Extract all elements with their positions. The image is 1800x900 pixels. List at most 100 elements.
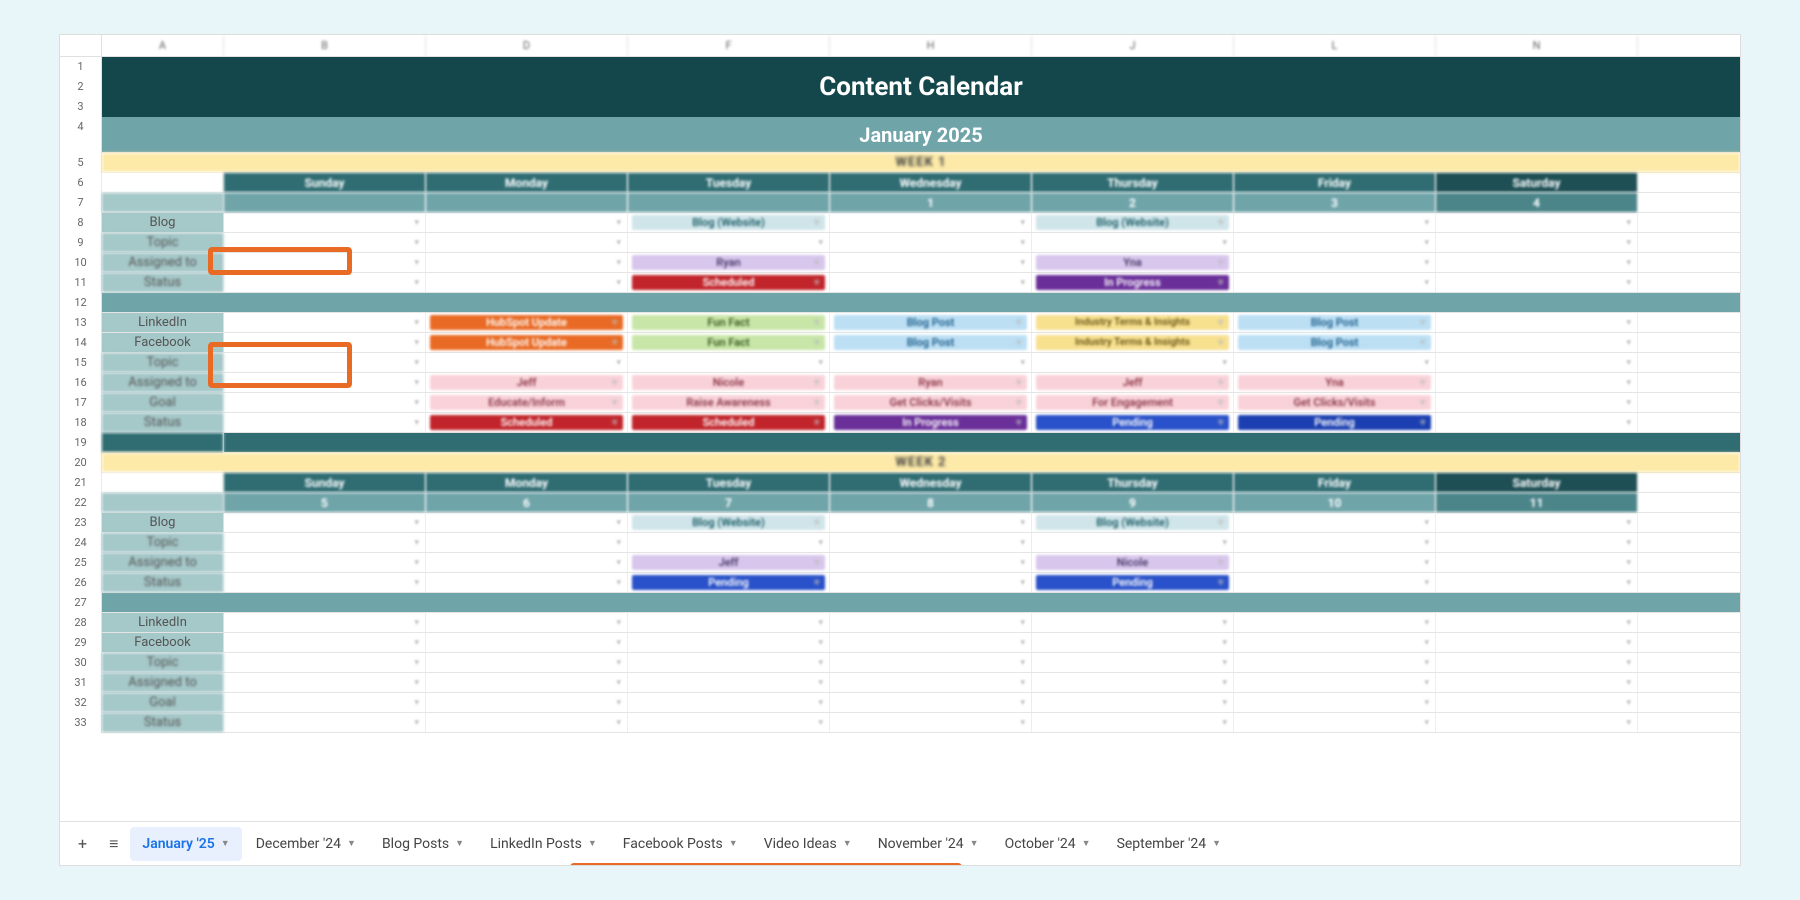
grid-cell[interactable]: ▾ [426, 353, 628, 372]
grid-cell[interactable]: HubSpot Update▾ [426, 333, 628, 352]
row-label-cell[interactable]: Assigned to [102, 253, 224, 272]
grid-cell[interactable]: ▾ [426, 633, 628, 652]
grid-cell[interactable]: ▾ [1436, 713, 1638, 732]
grid-cell[interactable]: ▾ [224, 533, 426, 552]
row-label-cell[interactable]: Facebook [102, 333, 224, 352]
grid-cell[interactable]: Yna▾ [1032, 253, 1234, 272]
grid-cell[interactable]: ▾ [628, 653, 830, 672]
grid-cell[interactable]: ▾ [1032, 713, 1234, 732]
cell-chip[interactable]: Scheduled▾ [430, 415, 623, 430]
grid-cell[interactable]: Friday [1234, 173, 1436, 192]
chevron-down-icon[interactable]: ▼ [843, 838, 852, 849]
cell-chip[interactable]: Fun Fact▾ [632, 335, 825, 350]
grid-cell[interactable]: ▾ [1234, 213, 1436, 232]
grid-cell[interactable]: Blog Post▾ [830, 333, 1032, 352]
grid-cell[interactable]: ▾ [830, 213, 1032, 232]
grid-cell[interactable]: ▾ [1436, 253, 1638, 272]
chevron-down-icon[interactable]: ▼ [221, 838, 230, 849]
row-label-cell[interactable]: LinkedIn [102, 613, 224, 632]
row-label-cell[interactable] [102, 473, 224, 492]
grid-cell[interactable]: 5 [224, 493, 426, 512]
grid-cell[interactable]: ▾ [224, 673, 426, 692]
grid-cell[interactable]: HubSpot Update▾ [426, 313, 628, 332]
row-header[interactable]: 29 [60, 633, 102, 653]
grid-cell[interactable]: Pending▾ [1032, 573, 1234, 592]
grid-cell[interactable]: ▾ [1436, 233, 1638, 252]
grid-cell[interactable]: ▾ [1436, 553, 1638, 572]
grid-cell[interactable]: ▾ [1234, 533, 1436, 552]
grid-cell[interactable]: Educate/Inform▾ [426, 393, 628, 412]
grid-cell[interactable]: 7 [628, 493, 830, 512]
row-header[interactable]: 15 [60, 353, 102, 373]
grid-cell[interactable]: Industry Terms & Insights▾ [1032, 333, 1234, 352]
row-label-cell[interactable]: Topic [102, 653, 224, 672]
grid-cell[interactable]: ▾ [1032, 693, 1234, 712]
cell-chip[interactable]: Yna▾ [1036, 255, 1229, 270]
grid-cell[interactable]: ▾ [1234, 653, 1436, 672]
grid-cell[interactable]: ▾ [830, 273, 1032, 292]
grid-cell[interactable]: ▾ [628, 613, 830, 632]
grid-cell[interactable]: Blog (Website)▾ [1032, 213, 1234, 232]
row-header[interactable]: 23 [60, 513, 102, 533]
grid-cell[interactable]: ▾ [830, 633, 1032, 652]
grid-cell[interactable]: 1 [830, 193, 1032, 212]
row-label-cell[interactable]: Blog [102, 213, 224, 232]
grid-cell[interactable]: ▾ [426, 513, 628, 532]
sheet-tab[interactable]: Blog Posts▼ [370, 827, 476, 861]
row-header[interactable]: 7 [60, 193, 102, 213]
cell-chip[interactable]: Blog Post▾ [834, 315, 1027, 330]
cell-chip[interactable]: Blog (Website)▾ [1036, 215, 1229, 230]
grid-cell[interactable]: ▾ [1436, 653, 1638, 672]
grid-cell[interactable]: ▾ [830, 553, 1032, 572]
row-label-cell[interactable]: Status [102, 273, 224, 292]
row-header[interactable]: 24 [60, 533, 102, 553]
grid-cell[interactable]: Nicole▾ [1032, 553, 1234, 572]
grid-cell[interactable]: ▾ [224, 573, 426, 592]
sheet-tab[interactable]: December '24▼ [244, 827, 368, 861]
grid-cell[interactable]: ▾ [426, 233, 628, 252]
row-header[interactable]: 10 [60, 253, 102, 273]
cell-chip[interactable]: Industry Terms & Insights▾ [1036, 335, 1229, 350]
grid-cell[interactable]: Blog Post▾ [1234, 313, 1436, 332]
grid-cell[interactable]: ▾ [1234, 553, 1436, 572]
cell-chip[interactable]: Raise Awareness▾ [632, 395, 825, 410]
grid-cell[interactable]: Jeff▾ [1032, 373, 1234, 392]
row-header[interactable]: 19 [60, 433, 102, 453]
grid-cell[interactable]: ▾ [1234, 633, 1436, 652]
grid-cell[interactable]: ▾ [426, 673, 628, 692]
row-header[interactable]: 6 [60, 173, 102, 193]
grid-cell[interactable]: ▾ [224, 213, 426, 232]
grid-cell[interactable]: ▾ [830, 573, 1032, 592]
row-label-cell[interactable] [102, 433, 224, 452]
row-header[interactable]: 3 [60, 97, 102, 117]
grid-cell[interactable]: ▾ [1032, 633, 1234, 652]
select-all-corner[interactable] [60, 35, 102, 56]
chevron-down-icon[interactable]: ▼ [1212, 838, 1221, 849]
grid-cell[interactable]: ▾ [224, 393, 426, 412]
grid-cell[interactable]: ▾ [426, 693, 628, 712]
row-header[interactable]: 28 [60, 613, 102, 633]
row-header[interactable]: 1 [60, 57, 102, 77]
grid-cell[interactable]: ▾ [224, 633, 426, 652]
cell-chip[interactable]: For Engagement▾ [1036, 395, 1229, 410]
grid-cell[interactable]: ▾ [1032, 613, 1234, 632]
row-header[interactable]: 11 [60, 273, 102, 293]
cell-chip[interactable]: Pending▾ [1238, 415, 1431, 430]
row-header[interactable]: 22 [60, 493, 102, 513]
row-header[interactable]: 8 [60, 213, 102, 233]
sheet-tab[interactable]: LinkedIn Posts▼ [478, 827, 609, 861]
grid-cell[interactable]: Blog Post▾ [1234, 333, 1436, 352]
grid-cell[interactable]: ▾ [830, 613, 1032, 632]
column-header[interactable]: A [102, 35, 224, 56]
row-label-cell[interactable]: Assigned to [102, 373, 224, 392]
grid-cell[interactable]: ▾ [628, 233, 830, 252]
grid-cell[interactable]: ▾ [1436, 333, 1638, 352]
row-header[interactable]: 16 [60, 373, 102, 393]
grid-cell[interactable]: 2 [1032, 193, 1234, 212]
row-header[interactable]: 31 [60, 673, 102, 693]
grid-cell[interactable]: Blog (Website)▾ [628, 513, 830, 532]
cell-chip[interactable]: Pending▾ [632, 575, 825, 590]
cell-chip[interactable]: Nicole▾ [1036, 555, 1229, 570]
grid-cell[interactable]: ▾ [1436, 573, 1638, 592]
grid-cell[interactable]: 10 [1234, 493, 1436, 512]
